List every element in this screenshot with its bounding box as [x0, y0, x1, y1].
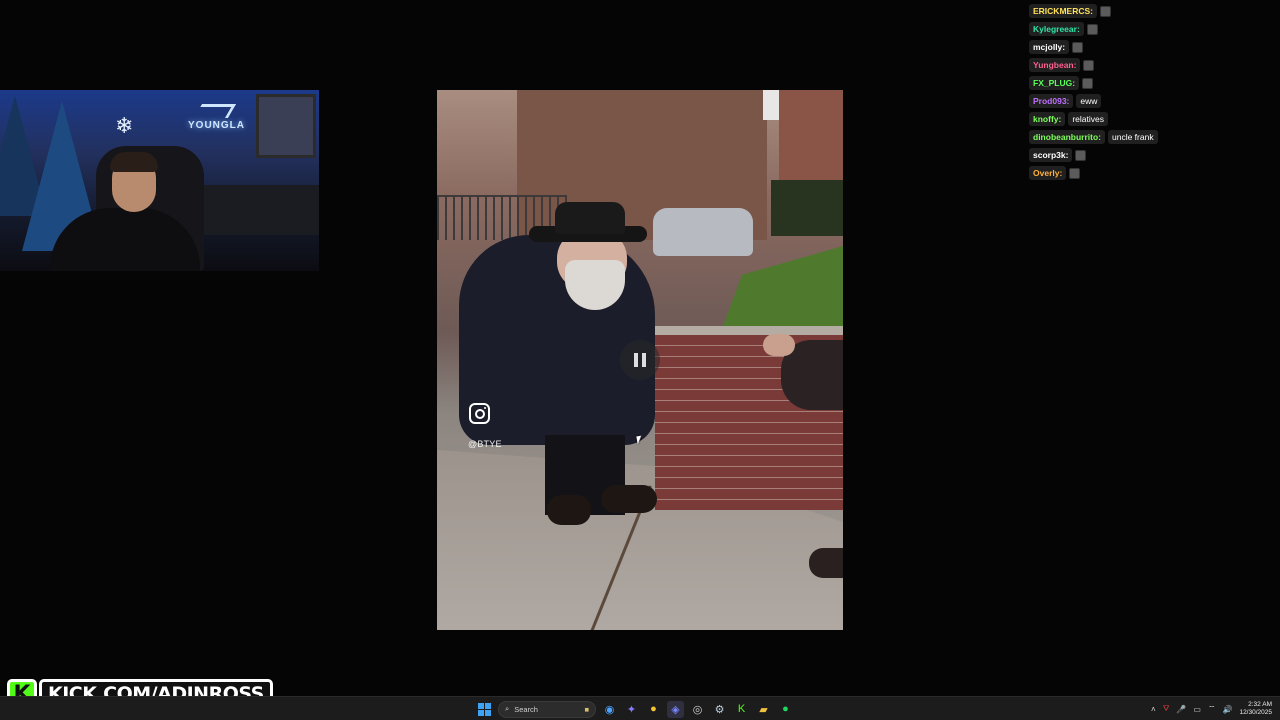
chat-overlay: ERICKMERCS: Kylegreear: mcjolly: Yungbean: F… — [1029, 2, 1269, 182]
taskbar-search[interactable]: ⌕ Search ■ — [498, 700, 596, 718]
chat-emote-icon — [1075, 149, 1087, 161]
chat-username[interactable]: Kylegreear: — [1029, 22, 1084, 36]
steam-icon[interactable]: ⚙ — [711, 701, 728, 718]
other-person-hand — [763, 334, 795, 356]
file-explorer-icon[interactable]: ▰ — [755, 701, 772, 718]
other-person-shoe — [809, 548, 843, 578]
chat-emote-icon — [1069, 167, 1081, 179]
man-shoe — [601, 485, 657, 513]
search-highlight-icon: ■ — [584, 704, 589, 714]
watermark-handle: @BTYE — [468, 439, 502, 449]
hat-crown — [555, 202, 625, 234]
spotify-icon[interactable]: ● — [777, 701, 794, 718]
volume-icon[interactable]: 🔊 — [1222, 705, 1232, 714]
chat-username[interactable]: Overly: — [1029, 166, 1067, 180]
brand-logo-icon — [193, 104, 237, 118]
copilot-icon[interactable]: ✦ — [623, 701, 640, 718]
chat-message: Kylegreear: — [1029, 20, 1269, 38]
chat-message: mcjolly: — [1029, 38, 1269, 56]
brand-logo-text: YOUNGLA — [188, 120, 245, 131]
clock-date: 12/30/2025 — [1239, 709, 1272, 716]
chat-message: knoffy: relatives — [1029, 110, 1269, 128]
streamer-hair — [110, 152, 158, 172]
chat-emote-icon — [1083, 59, 1095, 71]
chat-emote-icon — [1072, 41, 1084, 53]
chat-username[interactable]: dinobeanburrito: — [1029, 130, 1105, 144]
clock[interactable]: 2:32 AM 12/30/2025 — [1239, 701, 1272, 717]
snowflake-decoration: ❄ — [115, 113, 134, 138]
chat-username[interactable]: scorp3k: — [1029, 148, 1073, 162]
instagram-icon — [469, 403, 490, 424]
chat-emote-icon — [1082, 77, 1094, 89]
desk-shelf — [200, 185, 319, 235]
display-icon[interactable]: ▭ — [1193, 705, 1201, 714]
chrome-icon[interactable]: ● — [645, 701, 662, 718]
chat-emote-icon — [1099, 5, 1111, 17]
chat-username[interactable]: knoffy: — [1029, 112, 1066, 126]
edge-icon[interactable]: ◉ — [601, 701, 618, 718]
clock-time: 2:32 AM — [1248, 701, 1272, 708]
chat-message-text: eww — [1076, 94, 1102, 108]
chat-username[interactable]: Yungbean: — [1029, 58, 1081, 72]
microphone-icon[interactable]: 🎤 — [1176, 705, 1186, 714]
chat-username[interactable]: Prod093: — [1029, 94, 1074, 108]
pause-icon[interactable] — [620, 340, 660, 380]
chat-username[interactable]: mcjolly: — [1029, 40, 1070, 54]
chat-emote-icon — [1086, 23, 1098, 35]
streamer-webcam: ❄ YOUNGLA — [0, 90, 319, 271]
network-icon[interactable]: ⛛ — [1163, 704, 1170, 714]
chat-message: Yungbean: — [1029, 56, 1269, 74]
hedge — [771, 180, 843, 236]
video-player[interactable]: @BTYE — [437, 90, 843, 630]
chevron-up-icon[interactable]: ˄ — [1151, 705, 1156, 714]
chat-message-text: relatives — [1068, 112, 1108, 126]
system-tray: ˄ ⛛ 🎤 ▭ ⌔ 🔊 2:32 AM 12/30/2025 — [1151, 699, 1272, 719]
search-icon: ⌕ — [505, 704, 510, 713]
chat-message: FX_PLUG: — [1029, 74, 1269, 92]
framed-jersey — [256, 94, 316, 158]
parked-car — [653, 208, 753, 256]
man-shoe — [547, 495, 591, 525]
chat-message-text: uncle frank — [1108, 130, 1158, 144]
chat-message: ERICKMERCS: — [1029, 2, 1269, 20]
wifi-icon[interactable]: ⌔ — [1208, 704, 1216, 714]
chat-message: scorp3k: — [1029, 146, 1269, 164]
chat-username[interactable]: ERICKMERCS: — [1029, 4, 1097, 18]
start-button[interactable] — [476, 701, 493, 718]
search-placeholder: Search — [514, 704, 538, 714]
chat-message: dinobeanburrito: uncle frank — [1029, 128, 1269, 146]
kick-app-icon[interactable]: K — [733, 701, 750, 718]
chat-message: Prod093: eww — [1029, 92, 1269, 110]
discord-icon[interactable]: ◈ — [667, 700, 684, 718]
windows-icon — [478, 702, 491, 716]
obs-icon[interactable]: ◎ — [689, 701, 706, 718]
taskbar-apps: ⌕ Search ■ ◉ ✦ ● ◈ ◎ ⚙ K ▰ ● — [476, 700, 794, 718]
chat-message: Overly: — [1029, 164, 1269, 182]
chat-username[interactable]: FX_PLUG: — [1029, 76, 1080, 90]
taskbar: ⌕ Search ■ ◉ ✦ ● ◈ ◎ ⚙ K ▰ ● ˄ ⛛ 🎤 ▭ ⌔ 🔊… — [0, 696, 1280, 720]
neighbor-house — [779, 90, 843, 190]
